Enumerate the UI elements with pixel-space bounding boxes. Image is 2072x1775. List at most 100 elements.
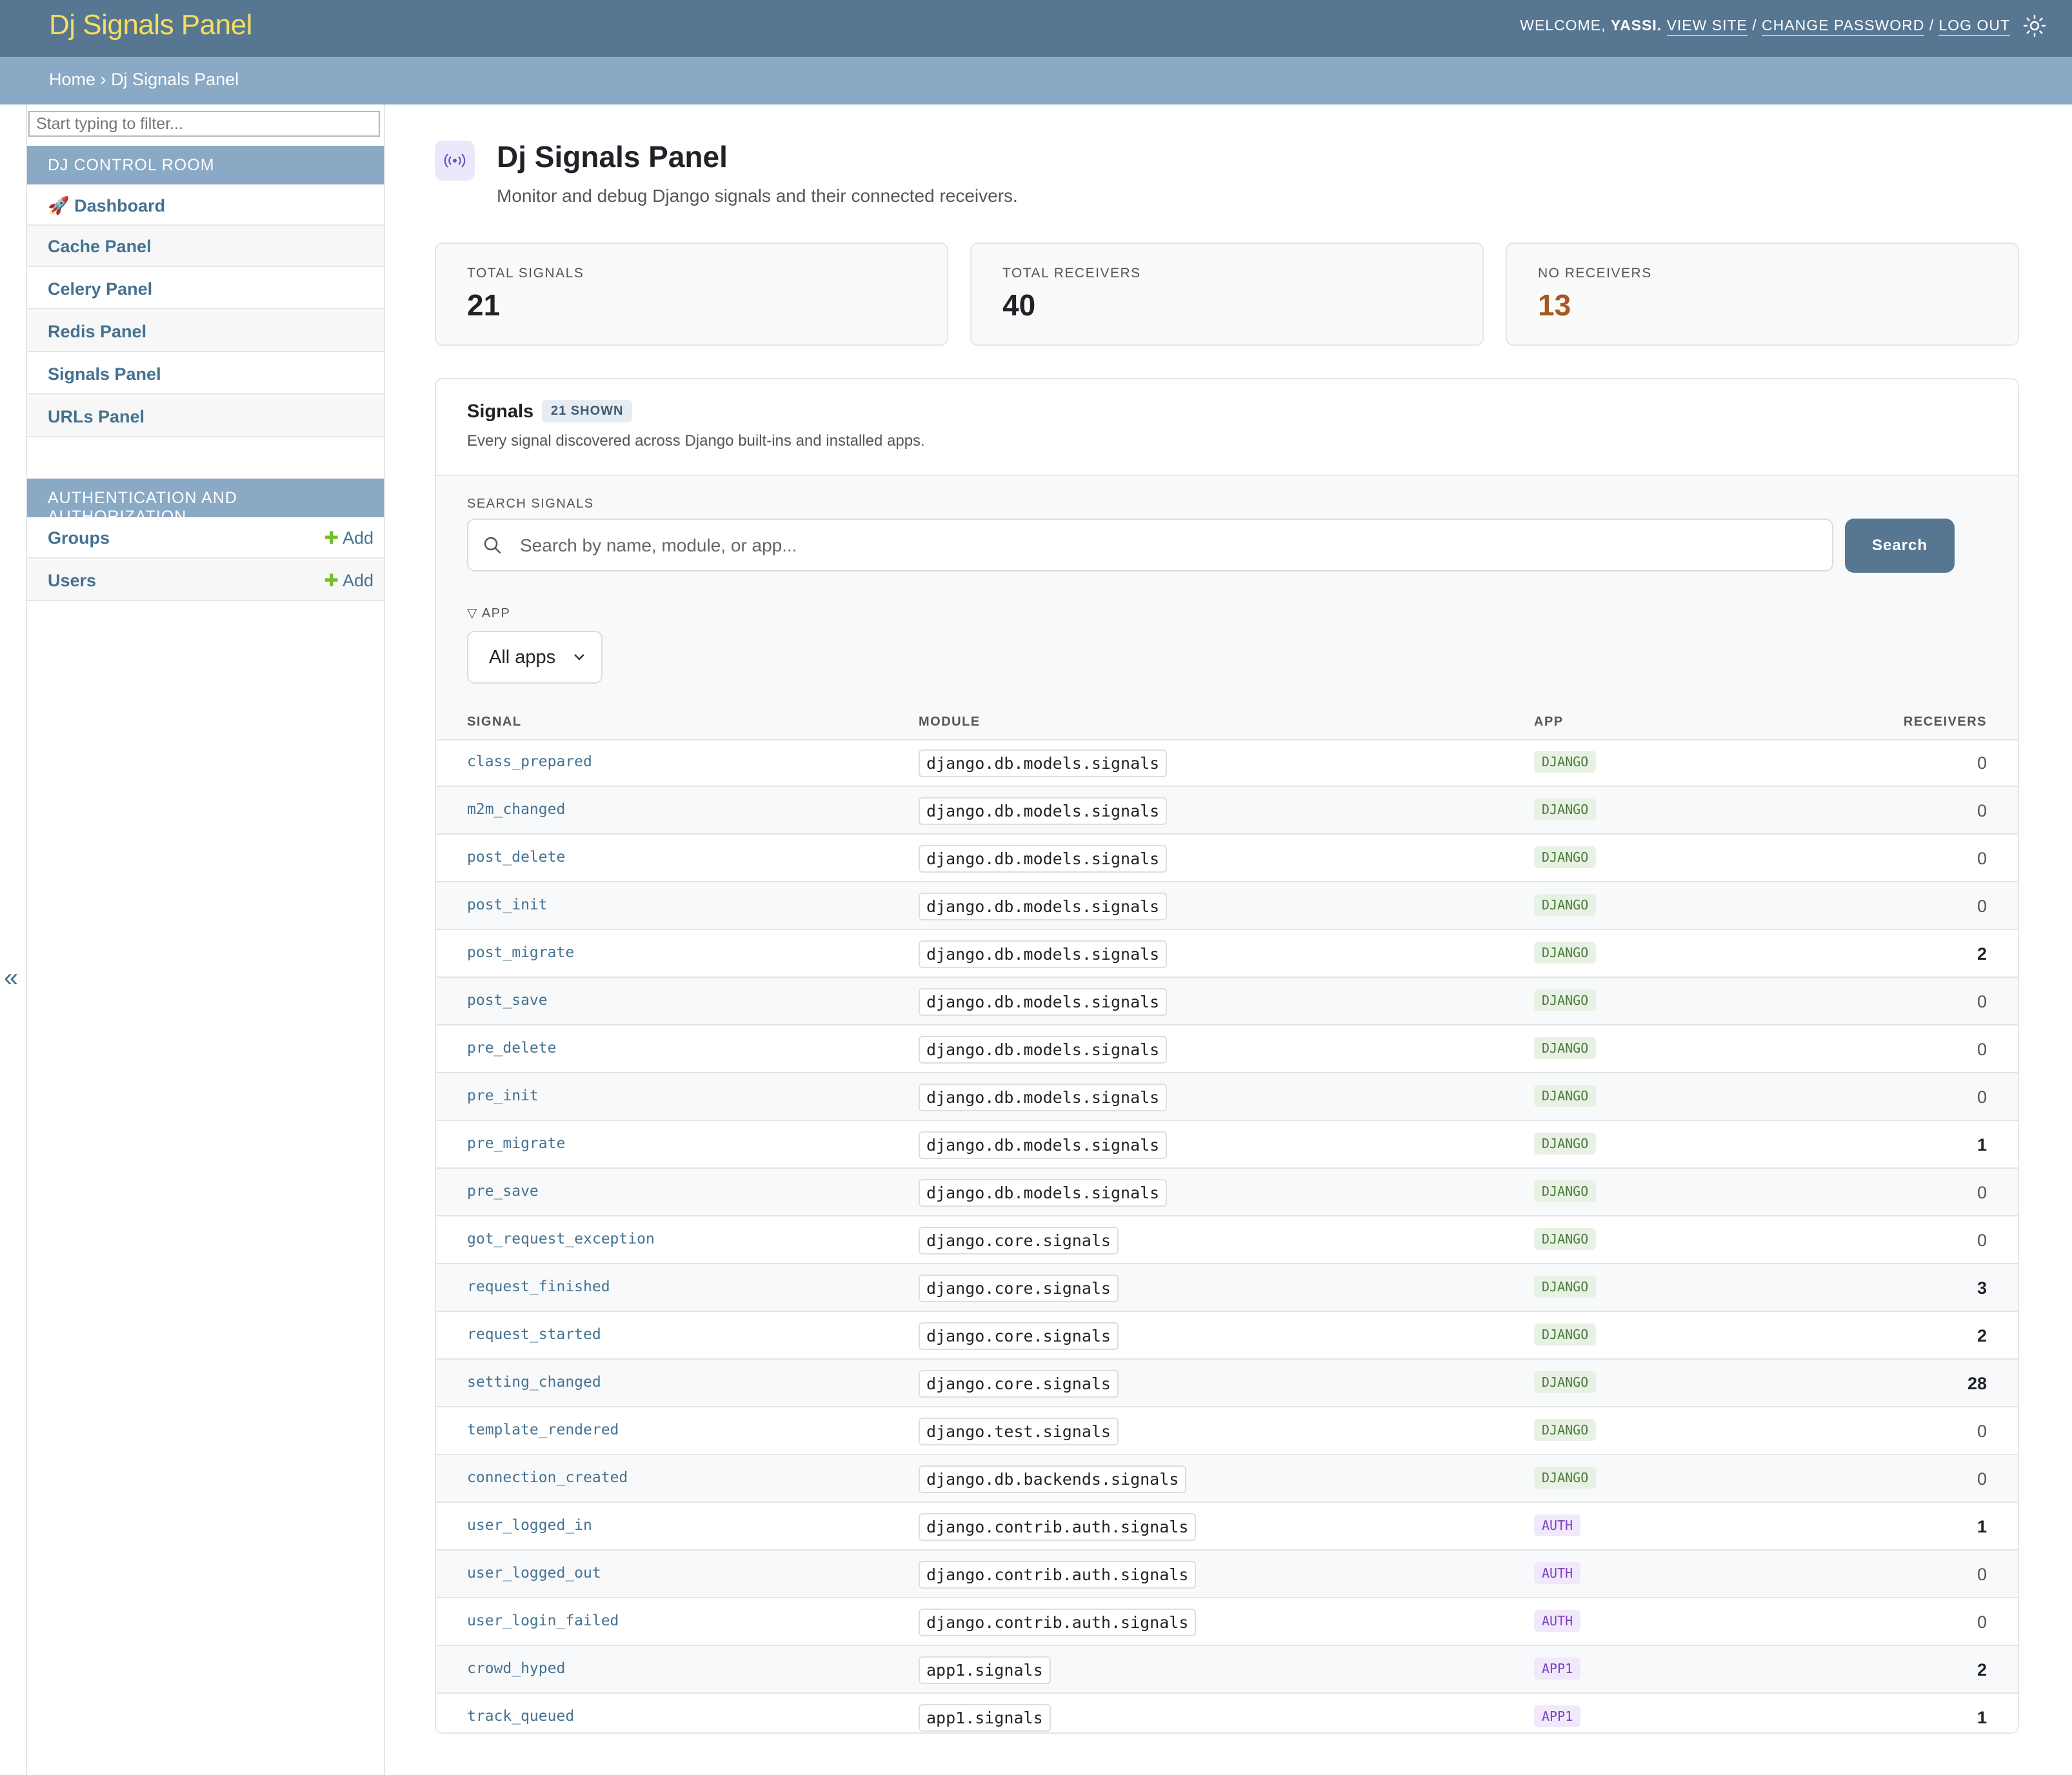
theme-toggle-sun-icon[interactable] <box>2023 14 2046 37</box>
signal-link[interactable]: pre_delete <box>467 1040 556 1056</box>
app-badge: DJANGO <box>1534 1037 1597 1059</box>
module-path: django.db.models.signals <box>919 893 1168 920</box>
app-filter-label: ▽ APP <box>467 606 511 620</box>
module-path: django.test.signals <box>919 1418 1119 1445</box>
groups-add-link[interactable]: ✚ Add <box>324 528 374 548</box>
module-path: app1.signals <box>919 1656 1051 1684</box>
signal-link[interactable]: m2m_changed <box>467 801 565 818</box>
table-row: got_request_exception django.core.signals… <box>436 1216 2018 1264</box>
receiver-count: 2 <box>1977 944 1987 964</box>
receiver-count: 28 <box>1967 1374 1987 1393</box>
module-path: django.db.models.signals <box>919 1036 1168 1064</box>
stat-label: TOTAL RECEIVERS <box>1002 266 1141 281</box>
receiver-count: 1 <box>1977 1517 1987 1536</box>
sidebar-item-celery-panel[interactable]: Celery Panel <box>27 268 384 310</box>
users-add-link[interactable]: ✚ Add <box>324 571 374 591</box>
sidebar-filter-input[interactable] <box>28 111 380 137</box>
sidebar-item-urls-panel[interactable]: URLs Panel <box>27 396 384 437</box>
signal-link[interactable]: setting_changed <box>467 1374 601 1391</box>
app-badge: DJANGO <box>1534 1467 1597 1489</box>
signal-link[interactable]: crowd_hyped <box>467 1660 565 1677</box>
signal-link[interactable]: post_save <box>467 992 548 1009</box>
module-path: django.db.models.signals <box>919 940 1168 968</box>
signal-link[interactable]: post_delete <box>467 849 565 866</box>
app-badge: AUTH <box>1534 1610 1581 1632</box>
module-path: django.core.signals <box>919 1322 1119 1350</box>
filters: SEARCH SIGNALS Search ▽ APP All apps <box>436 476 2018 704</box>
module-path: django.core.signals <box>919 1370 1119 1398</box>
receiver-count: 2 <box>1977 1660 1987 1680</box>
breadcrumb-home-link[interactable]: Home <box>49 70 95 89</box>
signal-link[interactable]: class_prepared <box>467 753 592 770</box>
sidebar: DJ CONTROL ROOM 🚀 Dashboard Cache Panel … <box>26 104 385 1775</box>
signal-link[interactable]: pre_init <box>467 1087 539 1104</box>
signal-link[interactable]: track_queued <box>467 1708 574 1725</box>
signal-link[interactable]: user_login_failed <box>467 1612 619 1629</box>
count-badge: 21 SHOWN <box>542 400 633 422</box>
module-path: django.core.signals <box>919 1227 1119 1254</box>
app-badge: DJANGO <box>1534 1419 1597 1441</box>
search-button[interactable]: Search <box>1845 519 1955 573</box>
signal-link[interactable]: pre_save <box>467 1183 539 1200</box>
view-site-link[interactable]: VIEW SITE <box>1666 17 1748 36</box>
app-badge: DJANGO <box>1534 751 1597 773</box>
sidebar-item-redis-panel[interactable]: Redis Panel <box>27 311 384 352</box>
app-badge: DJANGO <box>1534 894 1597 916</box>
signal-link[interactable]: user_logged_in <box>467 1517 592 1534</box>
module-path: django.db.models.signals <box>919 749 1168 777</box>
sidebar-item-dashboard[interactable]: 🚀 Dashboard <box>27 184 384 226</box>
table-row: post_init django.db.models.signals DJANGO 0 <box>436 882 2018 930</box>
search-field[interactable] <box>467 519 1833 571</box>
signal-link[interactable]: connection_created <box>467 1469 628 1486</box>
module-path: django.contrib.auth.signals <box>919 1513 1197 1541</box>
search-input[interactable] <box>519 530 1798 561</box>
separator: / <box>1929 17 1935 34</box>
signal-link[interactable]: post_init <box>467 897 548 913</box>
stat-value: 40 <box>1002 288 1036 322</box>
table-row: post_delete django.db.models.signals DJANG… <box>436 835 2018 882</box>
sidebar-item-groups-link[interactable]: Groups <box>48 528 110 548</box>
page-title: Dj Signals Panel <box>497 140 728 174</box>
module-caption-auth[interactable]: AUTHENTICATION AND AUTHORIZATION <box>27 479 384 526</box>
module-path: django.db.backends.signals <box>919 1465 1187 1493</box>
signal-link[interactable]: pre_migrate <box>467 1135 565 1152</box>
signal-link[interactable]: request_started <box>467 1326 601 1343</box>
app-badge: DJANGO <box>1534 1085 1597 1107</box>
column-header-app: APP <box>1534 715 1564 729</box>
signal-link[interactable]: user_logged_out <box>467 1565 601 1582</box>
signal-link[interactable]: template_rendered <box>467 1422 619 1438</box>
stat-label: NO RECEIVERS <box>1538 266 1652 281</box>
column-header-receivers: RECEIVERS <box>1903 715 1987 729</box>
user-tools: WELCOME, YASSI. VIEW SITE / CHANGE PASSW… <box>1520 17 2010 36</box>
app-filter-select[interactable]: All apps <box>467 631 603 684</box>
sidebar-item-users-link[interactable]: Users <box>48 571 96 590</box>
sidebar-item-cache-panel[interactable]: Cache Panel <box>27 226 384 267</box>
table-row: pre_migrate django.db.models.signals DJANG… <box>436 1121 2018 1169</box>
panel-title: Signals <box>467 401 534 422</box>
receiver-count: 0 <box>1977 992 1987 1011</box>
app-badge: APP1 <box>1534 1658 1581 1680</box>
module-path: django.contrib.auth.signals <box>919 1561 1197 1589</box>
table-row: user_logged_out django.contrib.auth.signa… <box>436 1551 2018 1598</box>
module-caption-dj-control-room[interactable]: DJ CONTROL ROOM <box>27 146 384 184</box>
signal-link[interactable]: request_finished <box>467 1278 610 1295</box>
signal-link[interactable]: got_request_exception <box>467 1231 655 1247</box>
log-out-link[interactable]: LOG OUT <box>1938 17 2010 36</box>
app-badge: DJANGO <box>1534 798 1597 820</box>
app-badge: AUTH <box>1534 1514 1581 1536</box>
receiver-count: 0 <box>1977 1231 1987 1250</box>
sidebar-item-signals-panel[interactable]: Signals Panel <box>27 353 384 395</box>
table-row: user_login_failed django.contrib.auth.sig… <box>436 1598 2018 1646</box>
site-title[interactable]: Dj Signals Panel <box>49 9 252 41</box>
table-row: connection_created django.db.backends.sig… <box>436 1455 2018 1503</box>
table-row: class_prepared django.db.models.signals DJ… <box>436 739 2018 787</box>
change-password-link[interactable]: CHANGE PASSWORD <box>1762 17 1925 36</box>
receiver-count: 0 <box>1977 1422 1987 1441</box>
receiver-count: 0 <box>1977 801 1987 820</box>
signal-link[interactable]: post_migrate <box>467 944 574 961</box>
panel-header: Signals 21 SHOWN Every signal discovered… <box>436 379 2018 476</box>
table-row: request_started django.core.signals DJANGO… <box>436 1312 2018 1360</box>
username: YASSI. <box>1610 17 1662 34</box>
table-row: request_finished django.core.signals DJANG… <box>436 1264 2018 1312</box>
sidebar-collapse-toggle[interactable]: « <box>4 964 18 993</box>
